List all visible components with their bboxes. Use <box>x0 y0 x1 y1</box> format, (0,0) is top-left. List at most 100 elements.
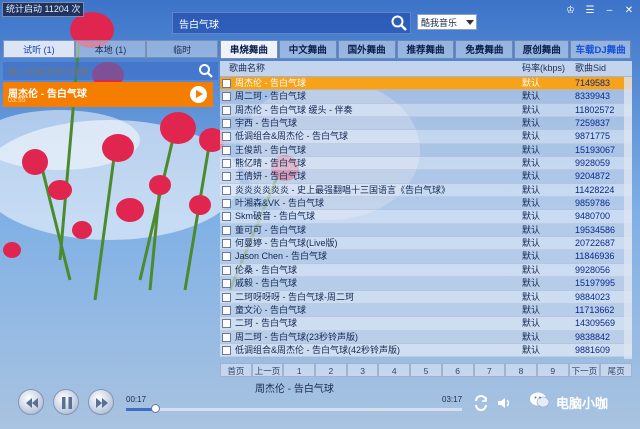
row-checkbox[interactable] <box>222 185 231 195</box>
chevron-down-icon <box>466 20 474 25</box>
search-icon[interactable] <box>390 14 408 32</box>
row-checkbox[interactable] <box>222 159 231 169</box>
song-name-cell: 童文沁 - 告白气球 <box>235 304 306 315</box>
table-row[interactable]: 低调组合&周杰伦 - 告白气球(42秒铃声版) 默认 9881609 <box>220 343 632 358</box>
play-icon[interactable] <box>190 86 207 103</box>
search-icon[interactable] <box>198 63 214 79</box>
skin-icon[interactable]: ♔ <box>563 4 577 18</box>
page-button[interactable]: 2 <box>315 363 347 377</box>
table-scrollbar[interactable] <box>624 77 632 359</box>
bitrate-cell: 默认 <box>522 184 541 195</box>
bitrate-cell: 默认 <box>522 118 541 129</box>
tab-temporary[interactable]: 临时 <box>146 40 219 58</box>
row-checkbox[interactable] <box>222 105 231 115</box>
sid-cell: 15193067 <box>575 144 616 155</box>
progress-bar[interactable] <box>126 404 462 413</box>
row-checkbox[interactable] <box>222 92 231 102</box>
song-name-cell: 低调组合&周杰伦 - 告白气球(42秒铃声版) <box>235 344 401 355</box>
previous-button[interactable] <box>18 389 44 415</box>
pause-button[interactable] <box>53 389 79 415</box>
page-button[interactable]: 5 <box>410 363 442 377</box>
row-checkbox[interactable] <box>222 212 231 222</box>
page-button[interactable]: 尾页 <box>600 363 632 377</box>
table-row[interactable]: 周杰伦 - 告白气球 默认 7149583 <box>220 77 632 91</box>
music-source-select[interactable]: 酷我音乐 <box>417 14 477 30</box>
table-row[interactable]: 低调组合&周杰伦 - 告白气球 默认 9871775 <box>220 130 632 144</box>
row-checkbox[interactable] <box>222 279 231 289</box>
song-search-input[interactable] <box>177 15 386 32</box>
now-playing-item[interactable]: 周杰伦 - 告白气球 03:55 <box>3 82 213 107</box>
song-name-cell: 周杰伦 - 告白气球 缓头 - 伴奏 <box>235 104 353 115</box>
table-row[interactable]: 何曼婷 - 告白气球(Live版) 默认 20722687 <box>220 237 632 251</box>
table-row[interactable]: Skm破音 - 告白气球 默认 9480700 <box>220 210 632 224</box>
row-checkbox[interactable] <box>222 305 231 315</box>
tab-local[interactable]: 本地 (1) <box>74 40 147 58</box>
table-row[interactable]: 炎炎炎炎炎炎 - 史上最强翻唱十三国语言《告白气球》 默认 11428224 <box>220 183 632 198</box>
table-row[interactable]: 二珂呀呀呀 - 告白气球-周二珂 默认 9884023 <box>220 290 632 304</box>
table-row[interactable]: 王俊凯 - 告白气球 默认 15193067 <box>220 143 632 158</box>
table-row[interactable]: 王倩妍 - 告白气球 默认 9204872 <box>220 170 632 184</box>
page-button[interactable]: 3 <box>346 363 379 377</box>
volume-icon[interactable] <box>495 394 513 412</box>
tab-original-dance[interactable]: 原创舞曲 <box>514 40 570 59</box>
wechat-icon <box>530 392 550 408</box>
table-row[interactable]: 周二珂 - 告白气球(23秒铃声版) 默认 9838842 <box>220 330 632 344</box>
table-row[interactable]: 董可可 - 告白气球 默认 19534586 <box>220 223 632 238</box>
repeat-icon[interactable] <box>472 394 490 412</box>
table-row[interactable]: 童文沁 - 告白气球 默认 11713662 <box>220 303 632 318</box>
page-button[interactable]: 上一页 <box>251 363 284 377</box>
table-row[interactable]: 熊亿晴 - 告白气球 默认 9928059 <box>220 157 632 171</box>
page-button[interactable]: 6 <box>441 363 474 377</box>
row-checkbox[interactable] <box>222 132 231 142</box>
close-icon[interactable]: ✕ <box>622 4 636 18</box>
row-checkbox[interactable] <box>222 265 231 275</box>
header-song-sid[interactable]: 歌曲Sid <box>566 61 632 76</box>
page-button[interactable]: 下一页 <box>568 363 601 377</box>
table-row[interactable]: Jason Chen - 告白气球 默认 11846936 <box>220 250 632 264</box>
page-button[interactable]: 1 <box>283 363 316 377</box>
playlist-search-input[interactable] <box>6 64 195 80</box>
table-row[interactable]: 二珂 - 告白气球 默认 14309569 <box>220 317 632 331</box>
tab-medley-dance[interactable]: 串烧舞曲 <box>220 40 278 59</box>
row-checkbox[interactable] <box>222 79 231 88</box>
row-checkbox[interactable] <box>222 345 231 355</box>
table-row[interactable]: 周杰伦 - 告白气球 缓头 - 伴奏 默认 11802572 <box>220 103 632 118</box>
tab-car-dj-dance[interactable]: 车载DJ舞曲 <box>570 40 631 59</box>
song-name-cell: 王俊凯 - 告白气球 <box>235 144 306 155</box>
song-name-cell: 低调组合&周杰伦 - 告白气球 <box>235 131 349 142</box>
table-row[interactable]: 伦桑 - 告白气球 默认 9928056 <box>220 263 632 278</box>
row-checkbox[interactable] <box>222 119 231 129</box>
row-checkbox[interactable] <box>222 172 231 182</box>
previous-icon <box>26 398 38 408</box>
row-checkbox[interactable] <box>222 332 231 342</box>
minimize-icon[interactable]: – <box>602 4 616 18</box>
tab-trial[interactable]: 试听 (1) <box>3 40 75 58</box>
row-checkbox[interactable] <box>222 319 231 329</box>
song-name-cell: 王倩妍 - 告白气球 <box>235 171 306 182</box>
tab-chinese-dance[interactable]: 中文舞曲 <box>278 40 337 59</box>
row-checkbox[interactable] <box>222 145 231 155</box>
row-checkbox[interactable] <box>222 292 231 302</box>
page-button[interactable]: 首页 <box>220 363 252 377</box>
table-header: 歌曲名称 码率(kbps) 歌曲Sid <box>220 61 632 77</box>
menu-icon[interactable]: ☰ <box>583 4 597 18</box>
next-button[interactable] <box>88 389 114 415</box>
page-button[interactable]: 7 <box>473 363 506 377</box>
table-row[interactable]: 戚毅 - 告白气球 默认 15197995 <box>220 277 632 291</box>
page-button[interactable]: 9 <box>536 363 569 377</box>
row-checkbox[interactable] <box>222 252 231 262</box>
header-song-name[interactable]: 歌曲名称 <box>220 61 513 76</box>
page-button[interactable]: 4 <box>378 363 411 377</box>
row-checkbox[interactable] <box>222 239 231 249</box>
row-checkbox[interactable] <box>222 199 231 209</box>
progress-handle[interactable] <box>150 404 160 413</box>
tab-foreign-dance[interactable]: 国外舞曲 <box>337 40 396 59</box>
header-bitrate[interactable]: 码率(kbps) <box>513 61 566 76</box>
tab-free-dance[interactable]: 免费舞曲 <box>455 40 514 59</box>
table-row[interactable]: 叶湘森&VK - 告白气球 默认 9859786 <box>220 197 632 211</box>
page-button[interactable]: 8 <box>505 363 537 377</box>
tab-recommended-dance[interactable]: 推荐舞曲 <box>396 40 455 59</box>
table-row[interactable]: 宇西 - 告白气球 默认 7259837 <box>220 117 632 131</box>
row-checkbox[interactable] <box>222 225 231 235</box>
table-row[interactable]: 周二珂 - 告白气球 默认 8339943 <box>220 90 632 104</box>
